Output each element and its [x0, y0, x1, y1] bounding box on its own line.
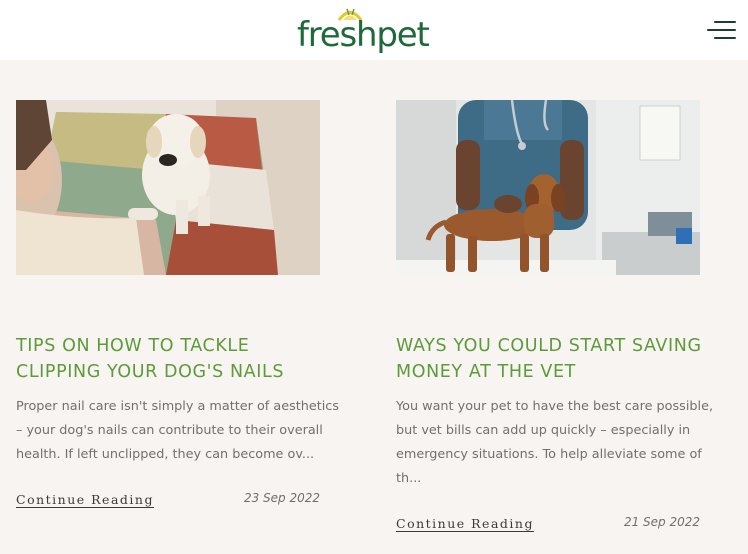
article-title-line: CLIPPING YOUR DOG'S NAILS — [16, 362, 285, 382]
menu-button[interactable] — [706, 18, 738, 42]
article-card: WAYS YOU COULD START SAVING MONEY AT THE… — [396, 100, 713, 531]
article-title[interactable]: WAYS YOU COULD START SAVING MONEY AT THE… — [396, 333, 716, 385]
excerpt-line: but vet bills can add up quickly – espec… — [396, 423, 691, 438]
article-title-line: TIPS ON HOW TO TACKLE — [16, 336, 250, 356]
excerpt-line: health. If left unclipped, they can beco… — [16, 447, 315, 462]
article-title[interactable]: TIPS ON HOW TO TACKLE CLIPPING YOUR DOG'… — [16, 333, 336, 385]
excerpt-line: – your dog's nails can contribute to the… — [16, 423, 323, 438]
article-image-vet-visit[interactable] — [396, 100, 700, 275]
excerpt-line: Proper nail care isn't simply a matter o… — [16, 399, 340, 414]
continue-reading-link[interactable]: Continue Reading — [396, 516, 534, 531]
excerpt-line: th... — [396, 471, 422, 486]
excerpt-line: You want your pet to have the best care … — [396, 399, 714, 414]
freshpet-logo[interactable]: freshpet — [297, 6, 430, 56]
hamburger-menu-icon-bar — [714, 21, 736, 23]
hamburger-menu-icon-bar — [714, 37, 736, 39]
article-image-dog-nail-clipping[interactable] — [16, 100, 320, 275]
article-date: 21 Sep 2022 — [623, 515, 700, 529]
article-title-line: MONEY AT THE VET — [396, 362, 576, 382]
article-date: 23 Sep 2022 — [243, 491, 320, 505]
continue-reading-link[interactable]: Continue Reading — [16, 492, 154, 507]
article-title-line: WAYS YOU COULD START SAVING — [396, 336, 702, 356]
article-excerpt: You want your pet to have the best care … — [396, 395, 714, 491]
excerpt-line: emergency situations. To help alleviate … — [396, 447, 702, 462]
hamburger-menu-icon-bar — [707, 29, 736, 31]
article-excerpt: Proper nail care isn't simply a matter o… — [16, 395, 340, 467]
site-header: freshpet — [0, 0, 748, 60]
logo-wordmark: freshpet — [297, 15, 430, 55]
article-card: TIPS ON HOW TO TACKLE CLIPPING YOUR DOG'… — [16, 100, 339, 507]
